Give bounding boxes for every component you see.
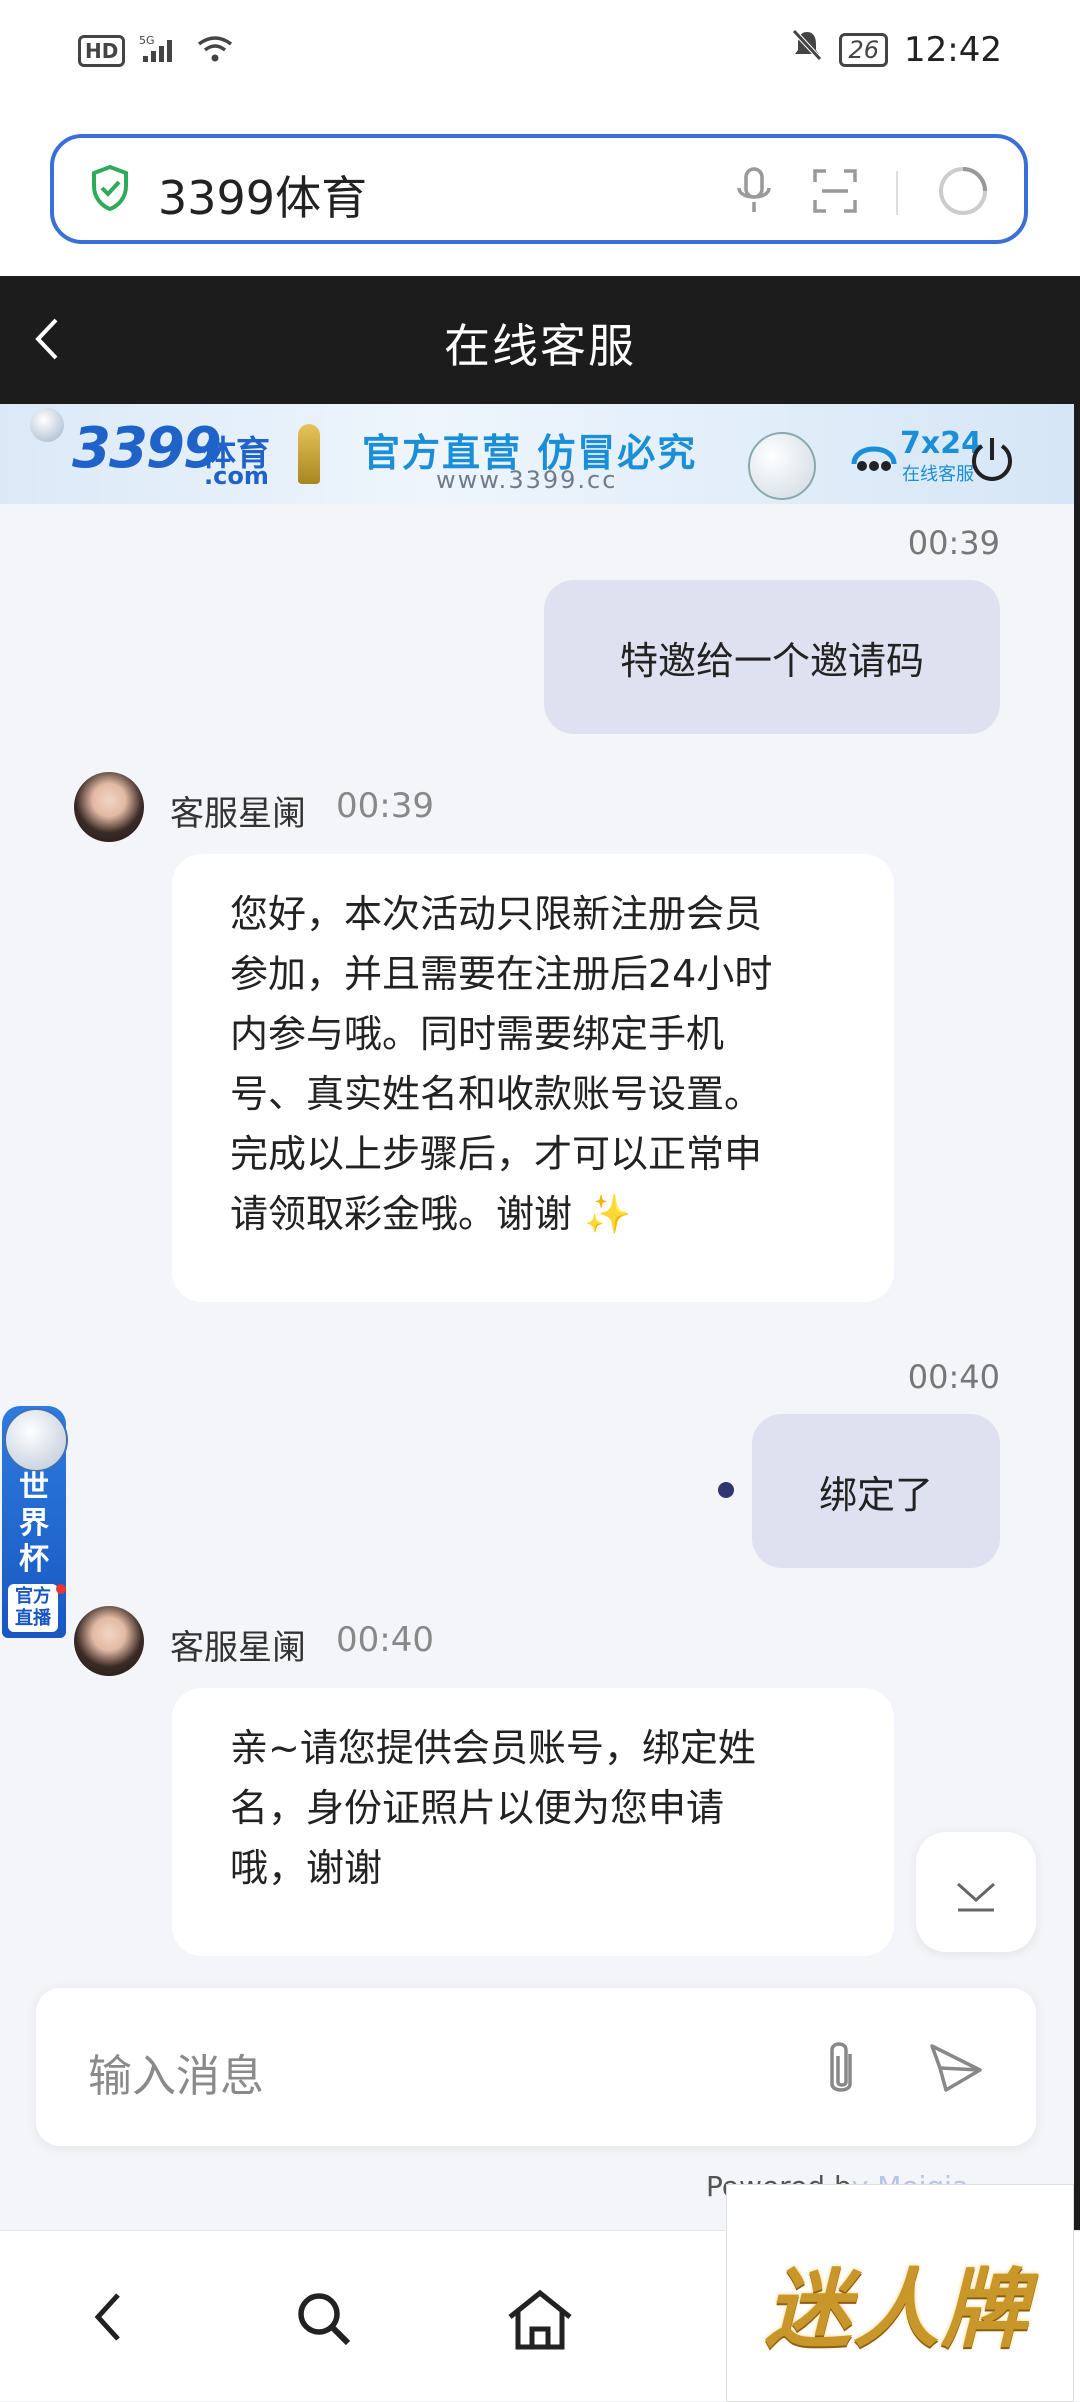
headset-icon xyxy=(848,434,900,482)
battery-indicator: 26 xyxy=(839,32,889,67)
send-icon[interactable] xyxy=(926,2040,986,2100)
status-left: HD 5G xyxy=(78,34,233,68)
avatar xyxy=(74,772,144,842)
message-text: 特邀给一个邀请码 xyxy=(619,638,924,683)
scrollbar[interactable] xyxy=(1074,404,1080,2244)
unread-indicator xyxy=(718,1482,734,1498)
message-time: 00:39 xyxy=(907,524,1000,562)
status-bar: HD 5G 26 12:42 xyxy=(0,0,1080,110)
message-line: 名，身份证照片以便为您申请 xyxy=(230,1786,725,1830)
badge-title: 世界杯 xyxy=(19,1470,49,1577)
loading-icon[interactable] xyxy=(936,164,990,222)
soccer-ball-icon xyxy=(748,432,816,500)
message-line: 您好，本次活动只限新注册会员 xyxy=(230,892,763,936)
message-time: 00:40 xyxy=(907,1358,1000,1396)
my-message-bubble[interactable]: 绑定了 xyxy=(752,1414,1000,1568)
agent-message-bubble[interactable]: 您好，本次活动只限新注册会员 参加，并且需要在注册后24小时 内参与哦。同时需要… xyxy=(172,854,894,1302)
agent-message-bubble[interactable]: 亲~请您提供会员账号，绑定姓 名，身份证照片以便为您申请 哦，谢谢 xyxy=(172,1688,894,1956)
message-input-bar: 输入消息 xyxy=(36,1988,1036,2146)
message-line: 号、真实姓名和收款账号设置。 xyxy=(230,1072,763,1116)
message-line: 哦，谢谢 xyxy=(230,1846,383,1890)
banner-brand: 3399 xyxy=(72,416,222,481)
trophy-icon xyxy=(298,424,320,484)
agent-name: 客服星阑 xyxy=(170,794,306,834)
banner-brand-com: .com xyxy=(204,462,269,490)
address-bar[interactable]: 3399体育 xyxy=(50,134,1028,244)
mute-bell-icon xyxy=(791,28,823,71)
shield-check-icon xyxy=(90,164,130,216)
signal-icon: 5G xyxy=(139,34,183,68)
message-time: 00:39 xyxy=(336,786,434,826)
wifi-icon xyxy=(197,34,233,68)
back-icon[interactable] xyxy=(86,2287,130,2351)
message-line: 内参与哦。同时需要绑定手机 xyxy=(230,1012,725,1056)
message-time: 00:40 xyxy=(336,1620,434,1660)
watermark-logo: 迷人牌 xyxy=(726,2184,1074,2402)
notification-dot xyxy=(56,1584,66,1594)
divider xyxy=(896,171,898,215)
watermark-text: 迷人牌 xyxy=(765,2260,1029,2360)
hd-indicator: HD xyxy=(78,35,126,67)
soccer-ball-icon xyxy=(30,408,64,442)
message-text: 绑定了 xyxy=(818,1472,933,1517)
badge-subtitle: 官方直播 xyxy=(8,1584,58,1632)
soccer-ball-icon xyxy=(4,1408,68,1472)
address-text[interactable]: 3399体育 xyxy=(158,162,367,228)
scroll-to-bottom-button[interactable] xyxy=(916,1832,1036,1952)
page-title: 在线客服 xyxy=(444,319,636,373)
message-line: 亲~请您提供会员账号，绑定姓 xyxy=(230,1726,756,1770)
search-icon[interactable] xyxy=(292,2287,356,2355)
scan-icon[interactable] xyxy=(812,168,858,218)
home-icon[interactable] xyxy=(504,2287,576,2357)
message-line: 参加，并且需要在注册后24小时 xyxy=(230,952,773,996)
microphone-icon[interactable] xyxy=(734,166,774,220)
page-header: 在线客服 xyxy=(0,276,1080,404)
address-actions xyxy=(734,164,990,222)
message-line: 完成以上步骤后，才可以正常申 xyxy=(230,1132,763,1176)
banner-url: www.3399.cc xyxy=(436,466,618,494)
browser-toolbar: 3399体育 xyxy=(0,110,1080,276)
scroll-down-icon xyxy=(954,1870,998,1918)
worldcup-live-badge[interactable]: 世界杯 官方直播 xyxy=(2,1406,68,1638)
agent-name: 客服星阑 xyxy=(170,1628,306,1668)
paperclip-icon[interactable] xyxy=(816,2036,866,2106)
message-line: 请领取彩金哦。谢谢 ✨ xyxy=(230,1192,632,1236)
svg-text:5G: 5G xyxy=(139,34,155,47)
clock: 12:42 xyxy=(904,29,1002,70)
avatar xyxy=(74,1606,144,1676)
promo-banner[interactable]: 3399 体育 .com 官方直营 仿冒必究 www.3399.cc 7x24 … xyxy=(0,404,1074,504)
message-input[interactable]: 输入消息 xyxy=(88,2040,264,2104)
my-message-bubble[interactable]: 特邀给一个邀请码 xyxy=(544,580,1000,734)
status-right: 26 12:42 xyxy=(791,28,1002,71)
service-label: 在线客服 xyxy=(902,464,974,485)
power-icon[interactable] xyxy=(966,434,1018,490)
